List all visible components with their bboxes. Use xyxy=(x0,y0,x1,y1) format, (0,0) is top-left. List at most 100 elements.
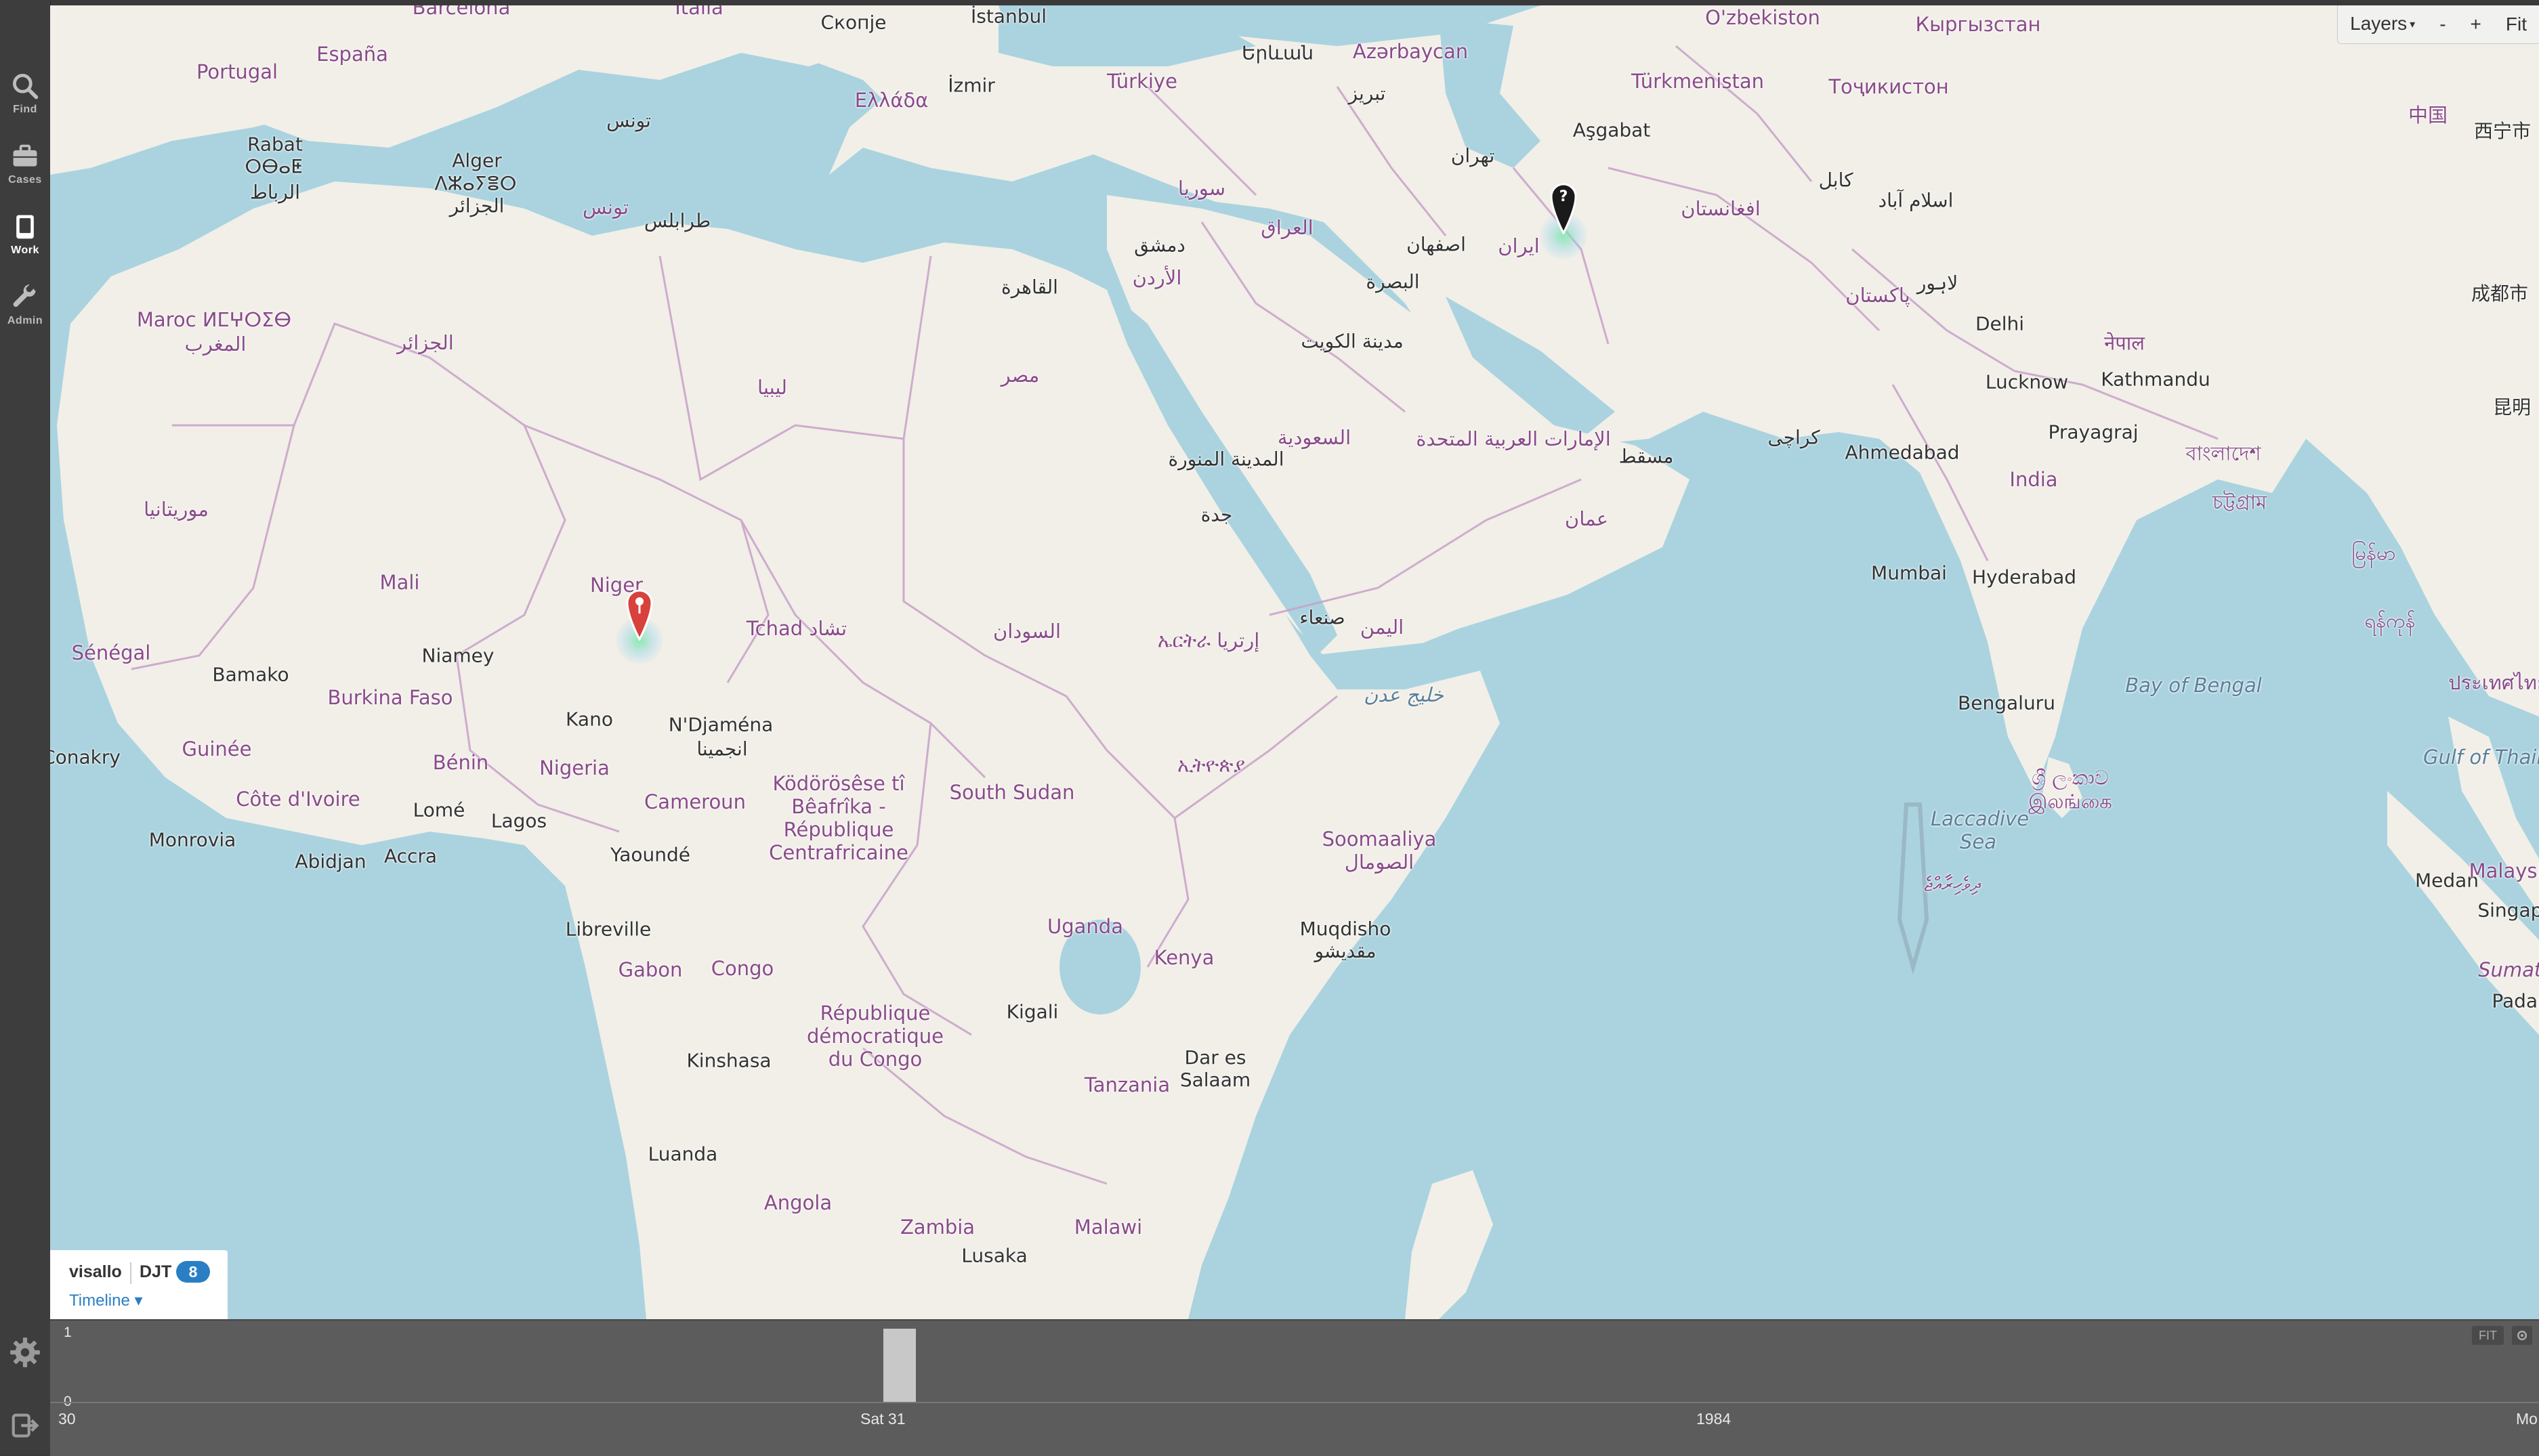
zoom-in-button[interactable]: + xyxy=(2458,5,2494,43)
map-label-xining: 西宁市 xyxy=(2473,120,2532,142)
map-label-basra: البصرة xyxy=(1366,270,1420,293)
map-label-rdc: République démocratique du Congo xyxy=(807,1002,944,1071)
map-label-bay-bengal: Bay of Bengal xyxy=(2125,674,2262,697)
caret-down-icon: ▾ xyxy=(134,1291,143,1310)
map-label-istanbul: İstanbul xyxy=(970,5,1047,28)
timeline-x-label: Sat 31 xyxy=(860,1410,906,1428)
map-label-saudi: السعودية xyxy=(1277,426,1351,449)
map-label-somalia: Soomaaliya الصومال xyxy=(1322,828,1437,874)
map-label-espana: España xyxy=(316,43,388,66)
map-label-urdun: الأردن xyxy=(1132,266,1182,289)
map-view[interactable]: Barcelona Italia Скопје İstanbul O'zbeki… xyxy=(50,5,2539,1319)
map-label-yerevan: Երևան xyxy=(1242,41,1314,64)
map-label-muscat: مسقط xyxy=(1618,445,1674,468)
map-label-azarbaycan: Azərbaycan xyxy=(1352,40,1469,63)
map-label-luanda: Luanda xyxy=(648,1142,718,1165)
map-label-benin: Bénin xyxy=(432,751,489,774)
map-label-libreville: Libreville xyxy=(565,918,652,941)
map-label-portugal: Portugal xyxy=(196,60,278,83)
map-label-gabon: Gabon xyxy=(618,958,683,981)
map-label-misr: مصر xyxy=(1001,364,1040,387)
logout-icon[interactable] xyxy=(9,1410,41,1441)
map-label-angola: Angola xyxy=(763,1191,833,1214)
timeline-toggle[interactable]: Timeline ▾ xyxy=(69,1291,143,1310)
map-label-iran: ایران xyxy=(1498,234,1540,257)
map-label-alger: Alger xyxy=(452,149,502,172)
map-label-kabul: کابل xyxy=(1818,169,1853,192)
map-label-jazair: الجزائر xyxy=(397,331,454,354)
map-label-kuwait: مدينة الكويت xyxy=(1301,330,1404,353)
map-label-kigali: Kigali xyxy=(1006,1000,1059,1023)
map-label-maldives: ދިވެހިރާއްޖެ xyxy=(1924,872,1981,896)
map-label-syria: سوريا xyxy=(1177,177,1226,200)
map-label-kano: Kano xyxy=(566,708,613,731)
map-label-kenya: Kenya xyxy=(1154,946,1215,969)
map-label-tunis: تونس xyxy=(606,109,651,132)
timeline-bar[interactable] xyxy=(883,1329,916,1402)
map-label-car: Ködörösêse tî Bêafrîka - République Cent… xyxy=(769,772,908,864)
map-label-jeddah: جدة xyxy=(1200,503,1233,526)
map-pin-niger[interactable] xyxy=(625,586,654,641)
map-label-libya: ليبيا xyxy=(757,376,787,399)
rail-cases-button[interactable]: Cases xyxy=(0,131,50,196)
map-label-cote-ivoire: Côte d'Ivoire xyxy=(236,788,360,811)
product-panel: visallo DJT 8 Timeline ▾ xyxy=(50,1250,228,1319)
map-label-prayagraj: Prayagraj xyxy=(2048,421,2139,444)
map-label-chengdu: 成都市 xyxy=(2471,282,2529,305)
map-label-tunisia: تونس xyxy=(582,196,629,219)
rail-find-button[interactable]: Find xyxy=(0,61,50,126)
map-pin-unknown[interactable]: ? xyxy=(1549,180,1578,234)
product-divider xyxy=(130,1262,131,1284)
map-label-burkina: Burkina Faso xyxy=(327,686,453,709)
map-label-izmir: İzmir xyxy=(948,74,995,97)
map-label-mali: Mali xyxy=(379,571,420,594)
map-label-alger-ar: الجزائر xyxy=(449,194,505,217)
map-label-accra: Accra xyxy=(383,844,438,868)
fit-button[interactable]: Fit xyxy=(2494,5,2539,43)
map-label-karachi: کراچی xyxy=(1767,426,1820,449)
timeline-histogram[interactable]: 1 0 30 Sat 31 1984 Mo FIT xyxy=(50,1319,2539,1456)
map-label-guinee: Guinée xyxy=(182,737,252,761)
map-label-yemen: اليمن xyxy=(1360,616,1404,639)
map-label-malaysia: Malaysia xyxy=(2469,859,2539,882)
map-controls: Layers ▾ - + Fit xyxy=(2337,5,2539,44)
map-label-lucknow: Lucknow xyxy=(1985,370,2069,393)
zoom-out-button[interactable]: - xyxy=(2427,5,2458,43)
map-label-hyderabad: Hyderabad xyxy=(1972,565,2076,588)
map-label-uae: الإمارات العربية المتحدة xyxy=(1416,427,1611,450)
map-label-yaounde: Yaoundé xyxy=(610,843,691,866)
map-label-italia: Italia xyxy=(675,5,723,19)
timeline-x-label: 30 xyxy=(58,1410,76,1428)
gear-icon xyxy=(2517,1330,2527,1341)
map-label-singapore: Singapore xyxy=(2477,899,2539,922)
product-tag: DJT xyxy=(140,1262,172,1281)
map-label-kinshasa: Kinshasa xyxy=(686,1049,772,1072)
map-label-senegal: Sénégal xyxy=(71,641,151,664)
map-label-lagos: Lagos xyxy=(490,809,547,832)
rail-work-button[interactable]: Work xyxy=(0,202,50,267)
map-label-afghanistan: افغانستان xyxy=(1681,197,1761,220)
timeline-toggle-label: Timeline xyxy=(69,1291,130,1310)
map-label-chattogram: চট্টগ্রাম xyxy=(2212,490,2267,514)
map-label-maroc: Maroc ⵍⵎⵖⵔⵉⴱ xyxy=(136,308,292,331)
rail-admin-button[interactable]: Admin xyxy=(0,272,50,337)
briefcase-icon xyxy=(13,144,37,167)
layers-label: Layers xyxy=(2350,13,2408,35)
map-label-ashgabat: Aşgabat xyxy=(1572,119,1651,142)
element-count-badge: 8 xyxy=(176,1261,210,1283)
map-label-qahira: القاهرة xyxy=(1001,276,1058,299)
map-label-ethiopia: ኢትዮጵያ xyxy=(1177,753,1245,777)
map-label-abidjan: Abidjan xyxy=(295,850,366,873)
book-icon xyxy=(16,215,34,239)
timeline-settings-button[interactable] xyxy=(2512,1326,2532,1345)
map-label-uzbekistan: O'zbekiston xyxy=(1705,6,1820,29)
rail-work-label: Work xyxy=(11,244,39,256)
gear-icon[interactable] xyxy=(8,1335,42,1369)
timeline-fit-button[interactable]: FIT xyxy=(2472,1326,2504,1345)
map-label-rabat-tf: ⵔⴱⴰⵟ xyxy=(245,155,303,178)
map-label-oman: عمان xyxy=(1564,507,1609,530)
map-label-china: 中国 xyxy=(2408,104,2448,127)
layers-dropdown[interactable]: Layers ▾ xyxy=(2338,5,2427,44)
map-label-madina: المدينة المنورة xyxy=(1168,448,1284,471)
map-label-pakistan: پاکستان xyxy=(1845,284,1910,307)
